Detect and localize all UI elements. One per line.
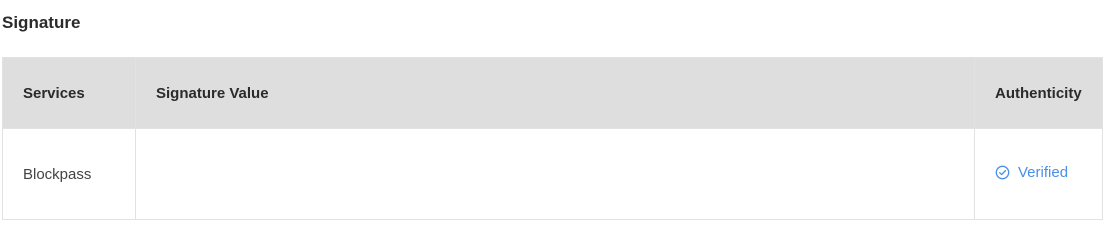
check-circle-icon — [995, 165, 1010, 180]
header-authenticity: Authenticity — [974, 57, 1103, 129]
cell-signature-value — [135, 128, 975, 220]
cell-authenticity: Verified — [974, 128, 1103, 220]
verified-label: Verified — [1018, 164, 1069, 181]
table-header-row: Services Signature Value Authenticity — [2, 57, 1103, 129]
table-row: Blockpass Verified — [2, 128, 1103, 220]
signature-table: Services Signature Value Authenticity Bl… — [2, 57, 1103, 220]
header-services: Services — [2, 57, 136, 129]
verified-status: Verified — [995, 164, 1068, 181]
header-signature-value: Signature Value — [135, 57, 975, 129]
section-title: Signature — [2, 13, 81, 32]
cell-service: Blockpass — [2, 128, 136, 220]
